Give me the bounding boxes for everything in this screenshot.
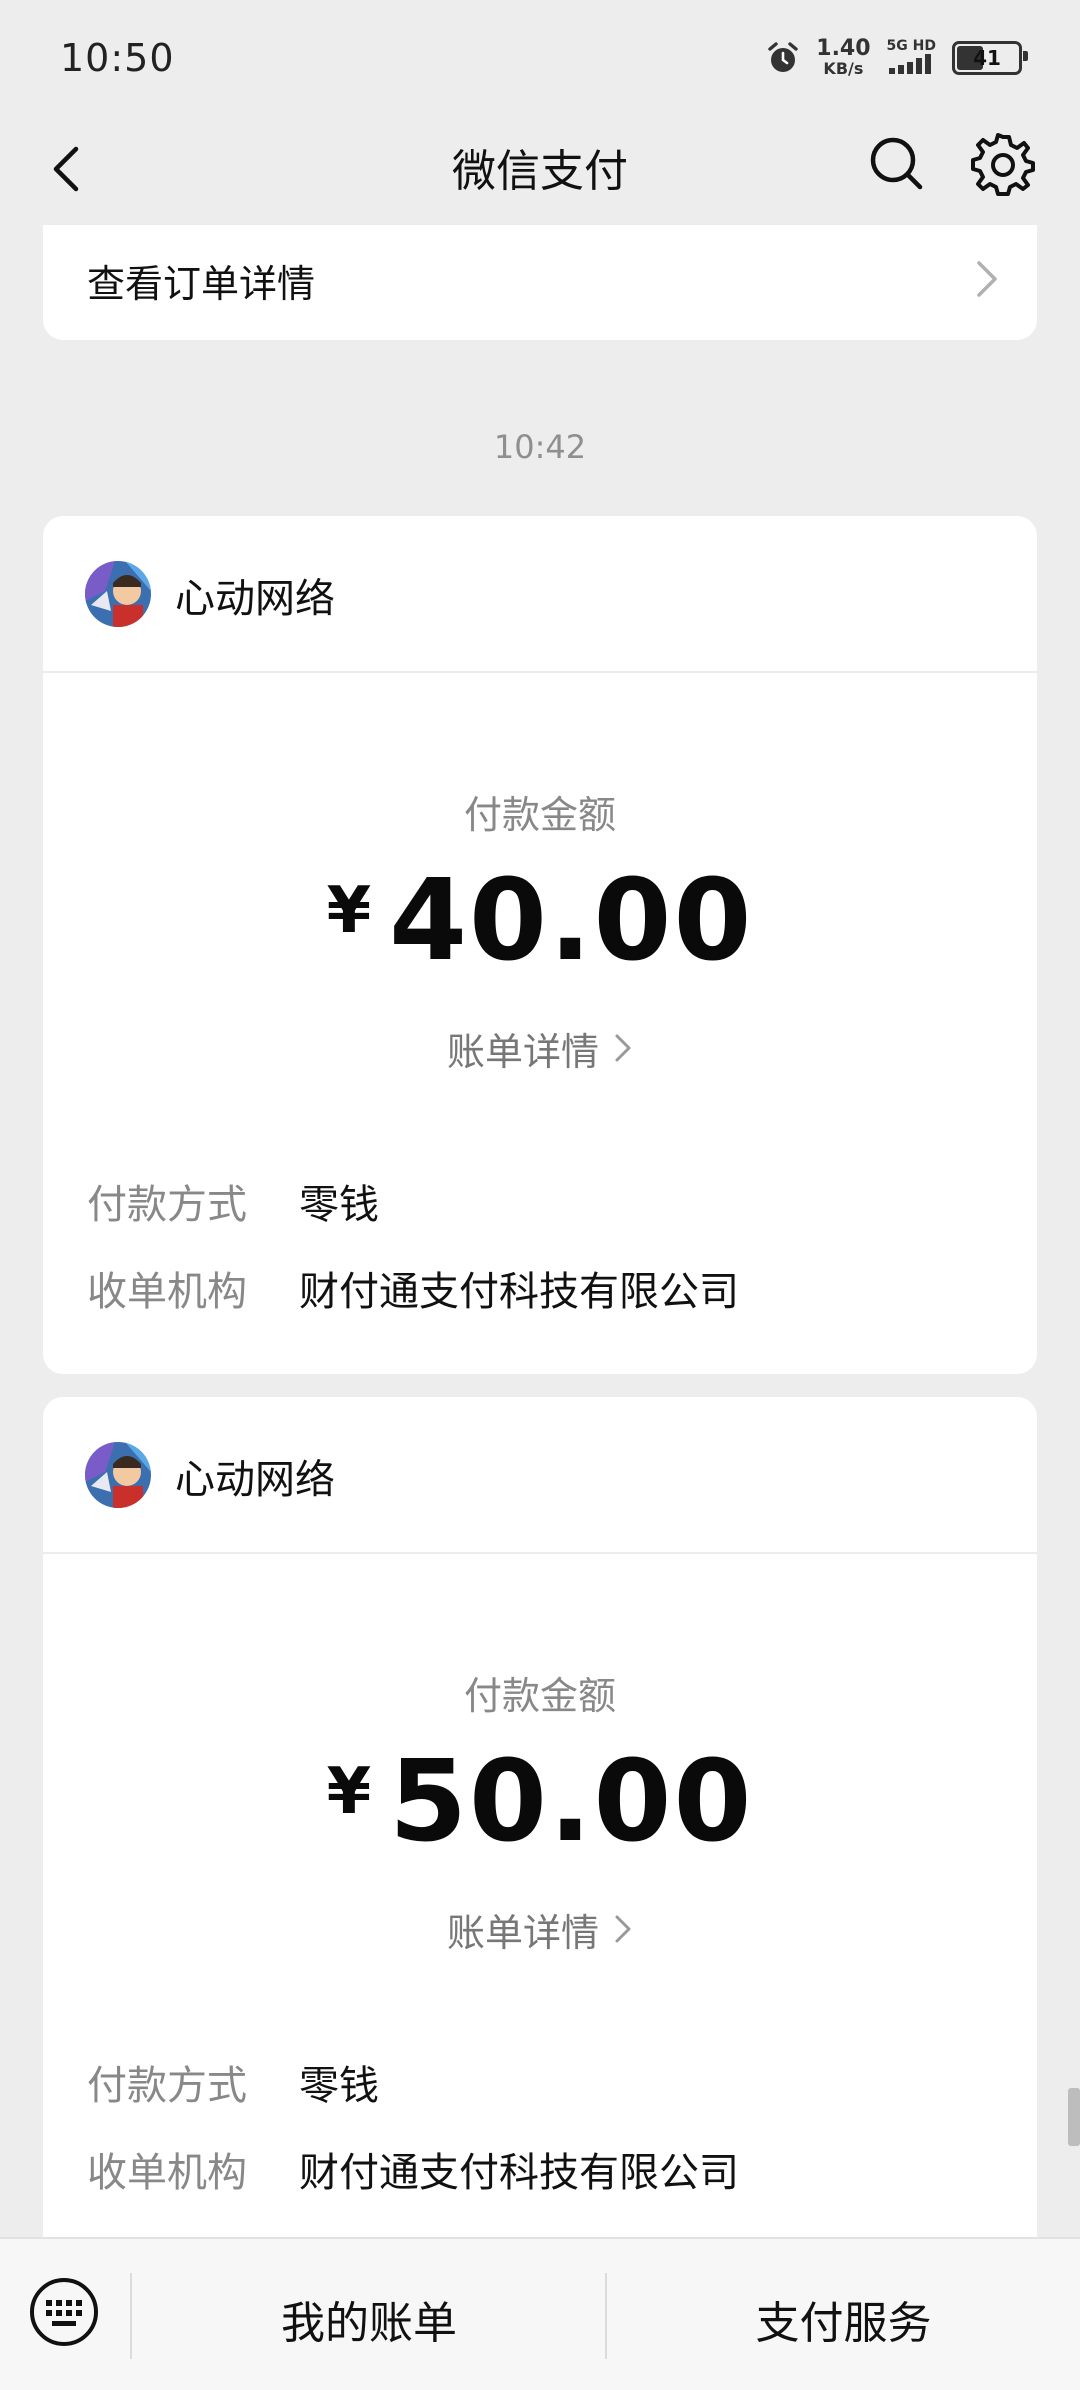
payment-card: 心动网络 付款金额 ¥ 50.00 账单详情 付款方式 零钱 收单机构 财付通支… <box>43 1397 1037 2297</box>
net-speed: 1.40 KB/s <box>816 38 870 78</box>
amount-display: ¥ 40.00 <box>43 856 1037 986</box>
pay-services-menu[interactable]: 支付服务 <box>607 2287 1080 2351</box>
bill-details-link[interactable]: 账单详情 <box>43 1021 1037 1076</box>
avatar <box>85 561 151 627</box>
signal-block: 5G HD <box>887 38 936 78</box>
net-speed-value: 1.40 <box>816 36 871 61</box>
acquirer-key: 收单机构 <box>87 2150 247 2196</box>
chevron-right-icon <box>613 1029 633 1073</box>
status-time: 10:50 <box>60 36 175 80</box>
payment-method-key: 付款方式 <box>87 1182 247 1228</box>
signal-icon <box>887 54 935 78</box>
payment-method-value: 零钱 <box>299 1182 379 1228</box>
network-type-label: 5G HD <box>886 38 936 54</box>
amount-value: 50.00 <box>389 1737 754 1867</box>
order-details-label: 查看订单详情 <box>87 262 316 306</box>
bill-details-label: 账单详情 <box>446 1911 599 1955</box>
payment-method-value: 零钱 <box>299 2063 379 2109</box>
payment-card: 心动网络 付款金额 ¥ 40.00 账单详情 付款方式 零钱 收单机构 财付通支… <box>43 516 1037 1374</box>
currency-symbol: ¥ <box>326 1755 372 1829</box>
merchant-name: 心动网络 <box>175 576 335 622</box>
battery-icon: 41 <box>952 41 1028 75</box>
currency-symbol: ¥ <box>326 874 372 948</box>
amount-display: ¥ 50.00 <box>43 1737 1037 1867</box>
message-timestamp: 10:42 <box>493 428 587 466</box>
avatar <box>85 1442 151 1508</box>
amount-value: 40.00 <box>389 856 754 986</box>
bottom-menu-bar: 我的账单 支付服务 <box>0 2237 1080 2390</box>
bill-details-link[interactable]: 账单详情 <box>43 1902 1037 1957</box>
my-bills-menu[interactable]: 我的账单 <box>132 2287 606 2351</box>
payment-method-row: 付款方式 零钱 <box>87 2053 379 2111</box>
alarm-icon <box>766 41 800 75</box>
merchant-row[interactable]: 心动网络 <box>43 516 1037 673</box>
net-speed-unit: KB/s <box>823 59 864 78</box>
keyboard-icon[interactable] <box>28 2276 100 2348</box>
order-details-card[interactable]: 查看订单详情 <box>43 225 1037 340</box>
amount-label: 付款金额 <box>463 793 616 837</box>
amount-label: 付款金额 <box>463 1674 616 1718</box>
chevron-right-icon <box>973 257 1001 305</box>
search-icon[interactable] <box>864 131 930 197</box>
payment-method-key: 付款方式 <box>87 2063 247 2109</box>
merchant-name: 心动网络 <box>175 1457 335 1503</box>
acquirer-row: 收单机构 财付通支付科技有限公司 <box>87 2140 739 2198</box>
scrollbar-thumb[interactable] <box>1068 2088 1080 2146</box>
battery-level: 41 <box>973 46 1001 70</box>
acquirer-key: 收单机构 <box>87 1269 247 1315</box>
acquirer-value: 财付通支付科技有限公司 <box>299 2150 739 2196</box>
chevron-right-icon <box>613 1910 633 1954</box>
bill-details-label: 账单详情 <box>446 1030 599 1074</box>
acquirer-row: 收单机构 财付通支付科技有限公司 <box>87 1259 739 1317</box>
gear-icon[interactable] <box>970 131 1036 197</box>
acquirer-value: 财付通支付科技有限公司 <box>299 1269 739 1315</box>
status-indicators: 1.40 KB/s 5G HD 41 <box>766 36 1028 80</box>
merchant-row[interactable]: 心动网络 <box>43 1397 1037 1554</box>
payment-method-row: 付款方式 零钱 <box>87 1172 379 1230</box>
status-bar: 10:50 1.40 KB/s 5G HD 41 <box>0 0 1080 115</box>
nav-bar: 微信支付 <box>0 115 1080 225</box>
